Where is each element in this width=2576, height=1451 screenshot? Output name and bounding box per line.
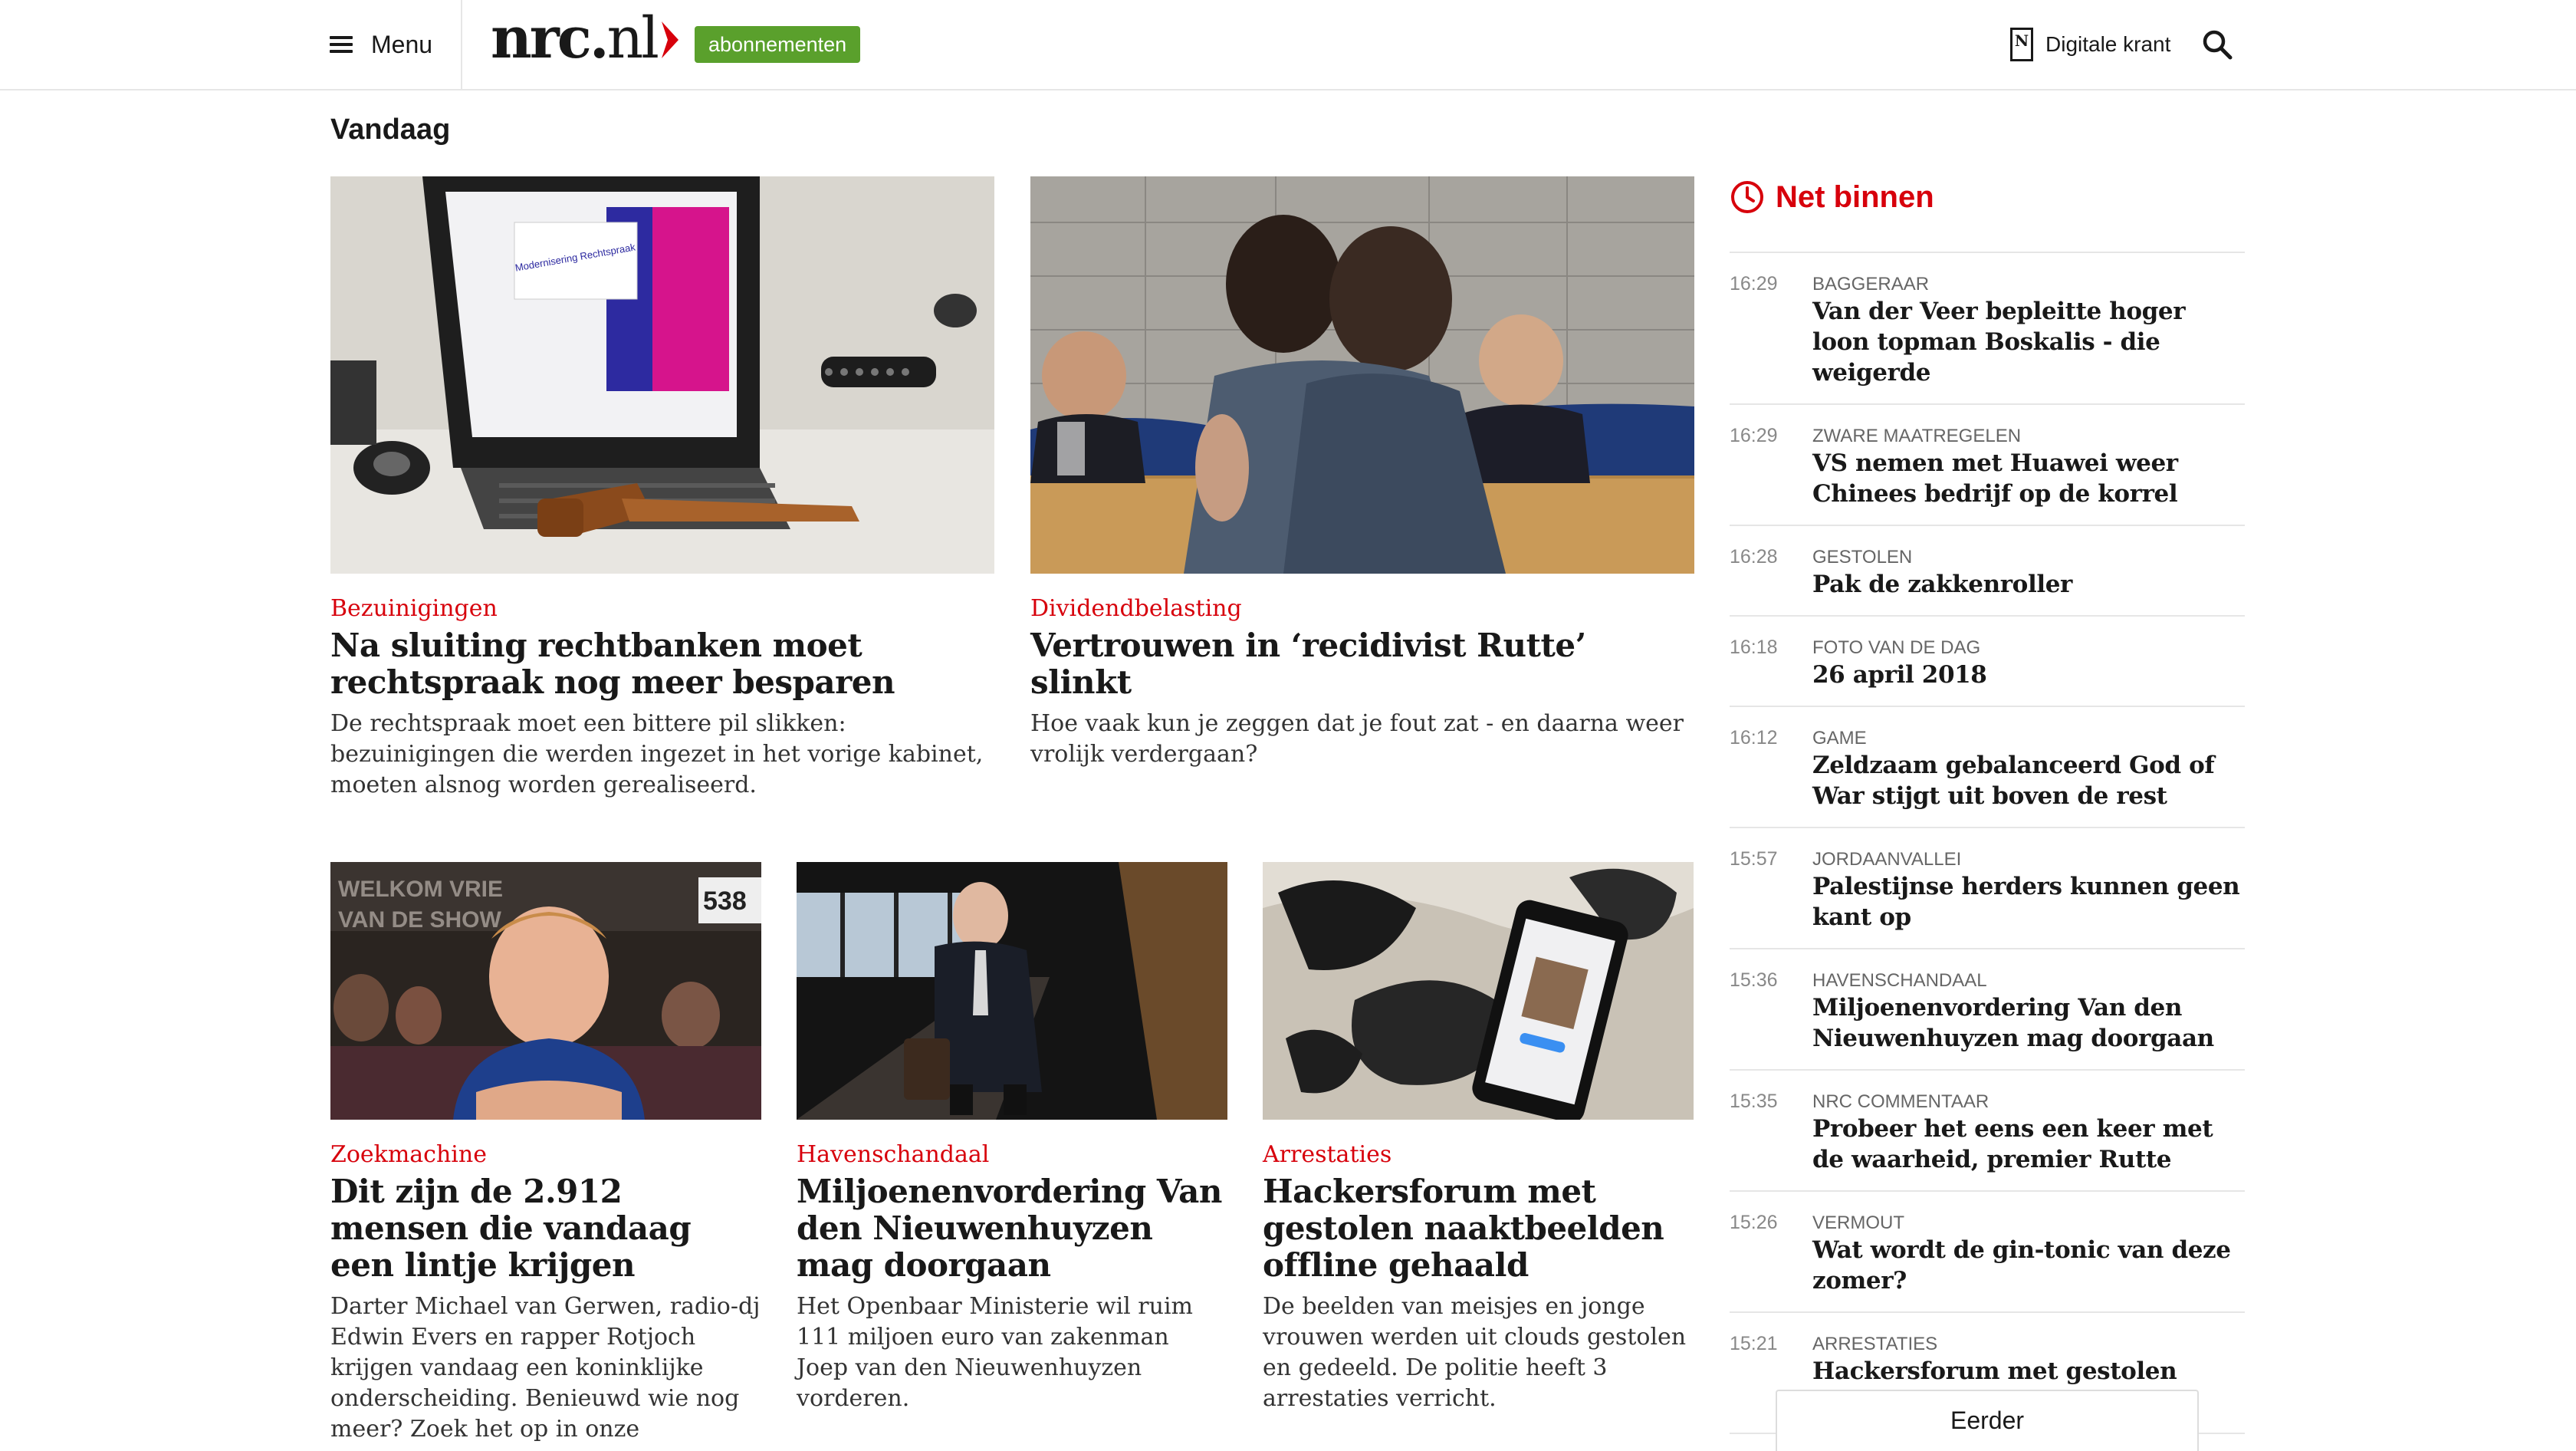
item-category: Game <box>1812 728 1867 749</box>
article-card-secondary-3[interactable]: Arrestaties Hackersforum met gestolen na… <box>1263 862 1694 1414</box>
hamburger-icon <box>330 36 353 53</box>
list-item[interactable]: 15:57 Jordaanvallei Palestijnse herders … <box>1730 828 2245 949</box>
logo-chevron-icon <box>661 21 678 58</box>
article-lead: De rechtspraak moet een bittere pil slik… <box>330 710 984 798</box>
item-time: 16:29 <box>1730 425 1778 446</box>
item-time: 15:26 <box>1730 1212 1778 1233</box>
article-image <box>797 862 1227 1120</box>
article-image: Modernisering Rechtspraak <box>330 176 994 574</box>
list-item[interactable]: 16:18 Foto van de dag 26 april 2018 <box>1730 617 2245 707</box>
item-time: 15:35 <box>1730 1091 1778 1112</box>
digital-paper-link[interactable]: Digitale krant <box>2010 23 2170 66</box>
item-title[interactable]: Palestijnse herders kunnen geen kant op <box>1812 871 2245 933</box>
article-headline[interactable]: Miljoenenvordering Van den Nieuwenhuyzen… <box>797 1173 1227 1284</box>
list-item[interactable]: 16:29 Baggeraar Van der Veer bepleitte h… <box>1730 253 2245 405</box>
nrc-logo[interactable]: nrc.nl <box>491 8 680 69</box>
article-card-secondary-1[interactable]: WELKOM VRIE VAN DE SHOW 538 Zoekmachine … <box>330 862 761 1445</box>
item-time: 16:29 <box>1730 273 1778 294</box>
item-time: 15:36 <box>1730 969 1778 991</box>
list-item[interactable]: 16:29 Zware maatregelen VS nemen met Hua… <box>1730 405 2245 526</box>
item-category: Foto van de dag <box>1812 637 1981 658</box>
article-lead: Darter Michael van Gerwen, radio-dj Edwi… <box>330 1293 761 1443</box>
search-button[interactable] <box>2200 28 2234 61</box>
article-lead: Het Openbaar Ministerie wil ruim 111 mil… <box>797 1293 1194 1412</box>
article-headline[interactable]: Hackersforum met gestolen naaktbeelden o… <box>1263 1173 1694 1284</box>
menu-button[interactable]: Menu <box>330 28 432 61</box>
digital-paper-label: Digitale krant <box>2045 32 2171 56</box>
item-time: 16:12 <box>1730 727 1778 749</box>
item-time: 16:28 <box>1730 546 1778 568</box>
clock-icon <box>1731 181 1763 213</box>
menu-label: Menu <box>371 30 433 58</box>
item-title[interactable]: 26 april 2018 <box>1812 660 2245 690</box>
net-binnen-heading: Net binnen <box>1730 179 1934 215</box>
article-kicker: Dividendbelasting <box>1030 595 1242 622</box>
article-card-featured-2[interactable]: Dividendbelasting Vertrouwen in ‘recidiv… <box>1030 176 1694 770</box>
image-badge-text: 538 <box>703 887 747 916</box>
article-kicker: Havenschandaal <box>797 1141 990 1168</box>
article-image: WELKOM VRIE VAN DE SHOW 538 <box>330 862 761 1120</box>
item-title[interactable]: Miljoenenvordering Van den Nieuwenhuyzen… <box>1812 992 2245 1054</box>
article-kicker: Arrestaties <box>1263 1141 1392 1168</box>
subscriptions-button[interactable]: abonnementen <box>695 26 861 63</box>
article-headline[interactable]: Vertrouwen in ‘recidivist Rutte’ slinkt <box>1030 627 1694 701</box>
search-icon <box>2203 30 2233 60</box>
article-image <box>1263 862 1694 1120</box>
item-category: NRC Commentaar <box>1812 1091 1990 1112</box>
site-header: Menu nrc.nl abonnementen Digitale krant <box>0 0 2576 90</box>
net-binnen-title: Net binnen <box>1776 179 1934 214</box>
list-item[interactable]: 16:12 Game Zeldzaam gebalanceerd God of … <box>1730 707 2245 828</box>
list-item[interactable]: 15:26 Vermout Wat wordt de gin-tonic van… <box>1730 1192 2245 1313</box>
item-title[interactable]: Probeer het eens een keer met de waarhei… <box>1812 1114 2245 1175</box>
logo-text: nrc.nl <box>491 5 659 71</box>
list-item[interactable]: 15:36 Havenschandaal Miljoenenvordering … <box>1730 949 2245 1071</box>
article-card-featured-1[interactable]: Modernisering Rechtspraak Bezuinigingen … <box>330 176 994 801</box>
image-sign-text-1: WELKOM VRIE <box>338 877 503 902</box>
item-category: Jordaanvallei <box>1812 849 1962 870</box>
article-kicker: Bezuinigingen <box>330 595 498 622</box>
item-title[interactable]: VS nemen met Huawei weer Chinees bedrijf… <box>1812 448 2245 509</box>
item-title[interactable]: Van der Veer bepleitte hoger loon topman… <box>1812 296 2245 388</box>
list-item[interactable]: 16:28 Gestolen Pak de zakkenroller <box>1730 526 2245 617</box>
item-title[interactable]: Zeldzaam gebalanceerd God of War stijgt … <box>1812 750 2245 811</box>
item-category: Gestolen <box>1812 547 1913 568</box>
article-card-secondary-2[interactable]: Havenschandaal Miljoenenvordering Van de… <box>797 862 1227 1414</box>
item-time: 16:18 <box>1730 637 1778 658</box>
item-category: Havenschandaal <box>1812 970 1987 991</box>
article-image <box>1030 176 1694 574</box>
item-category: Arrestaties <box>1812 1334 1938 1354</box>
section-title: Vandaag <box>330 114 451 146</box>
item-title[interactable]: Wat wordt de gin-tonic van deze zomer? <box>1812 1235 2245 1296</box>
item-category: Vermout <box>1812 1212 1904 1233</box>
load-more-button[interactable]: Eerder <box>1776 1390 2199 1451</box>
list-item[interactable]: 15:35 NRC Commentaar Probeer het eens ee… <box>1730 1071 2245 1192</box>
newspaper-icon <box>2010 28 2033 61</box>
article-headline[interactable]: Dit zijn de 2.912 mensen die vandaag een… <box>330 1173 761 1284</box>
item-category: Baggeraar <box>1812 274 1930 294</box>
article-lead: De beelden van meisjes en jonge vrouwen … <box>1263 1293 1687 1412</box>
net-binnen-list: 16:29 Baggeraar Van der Veer bepleitte h… <box>1730 252 2245 1434</box>
header-divider <box>461 0 462 89</box>
article-lead: Hoe vaak kun je zeggen dat je fout zat -… <box>1030 710 1684 768</box>
article-kicker: Zoekmachine <box>330 1141 487 1168</box>
item-title[interactable]: Pak de zakkenroller <box>1812 569 2245 600</box>
item-category: Zware maatregelen <box>1812 426 2022 446</box>
article-headline[interactable]: Na sluiting rechtbanken moet rechtspraak… <box>330 627 994 701</box>
item-time: 15:57 <box>1730 848 1778 870</box>
image-sign-text-2: VAN DE SHOW <box>338 907 501 933</box>
